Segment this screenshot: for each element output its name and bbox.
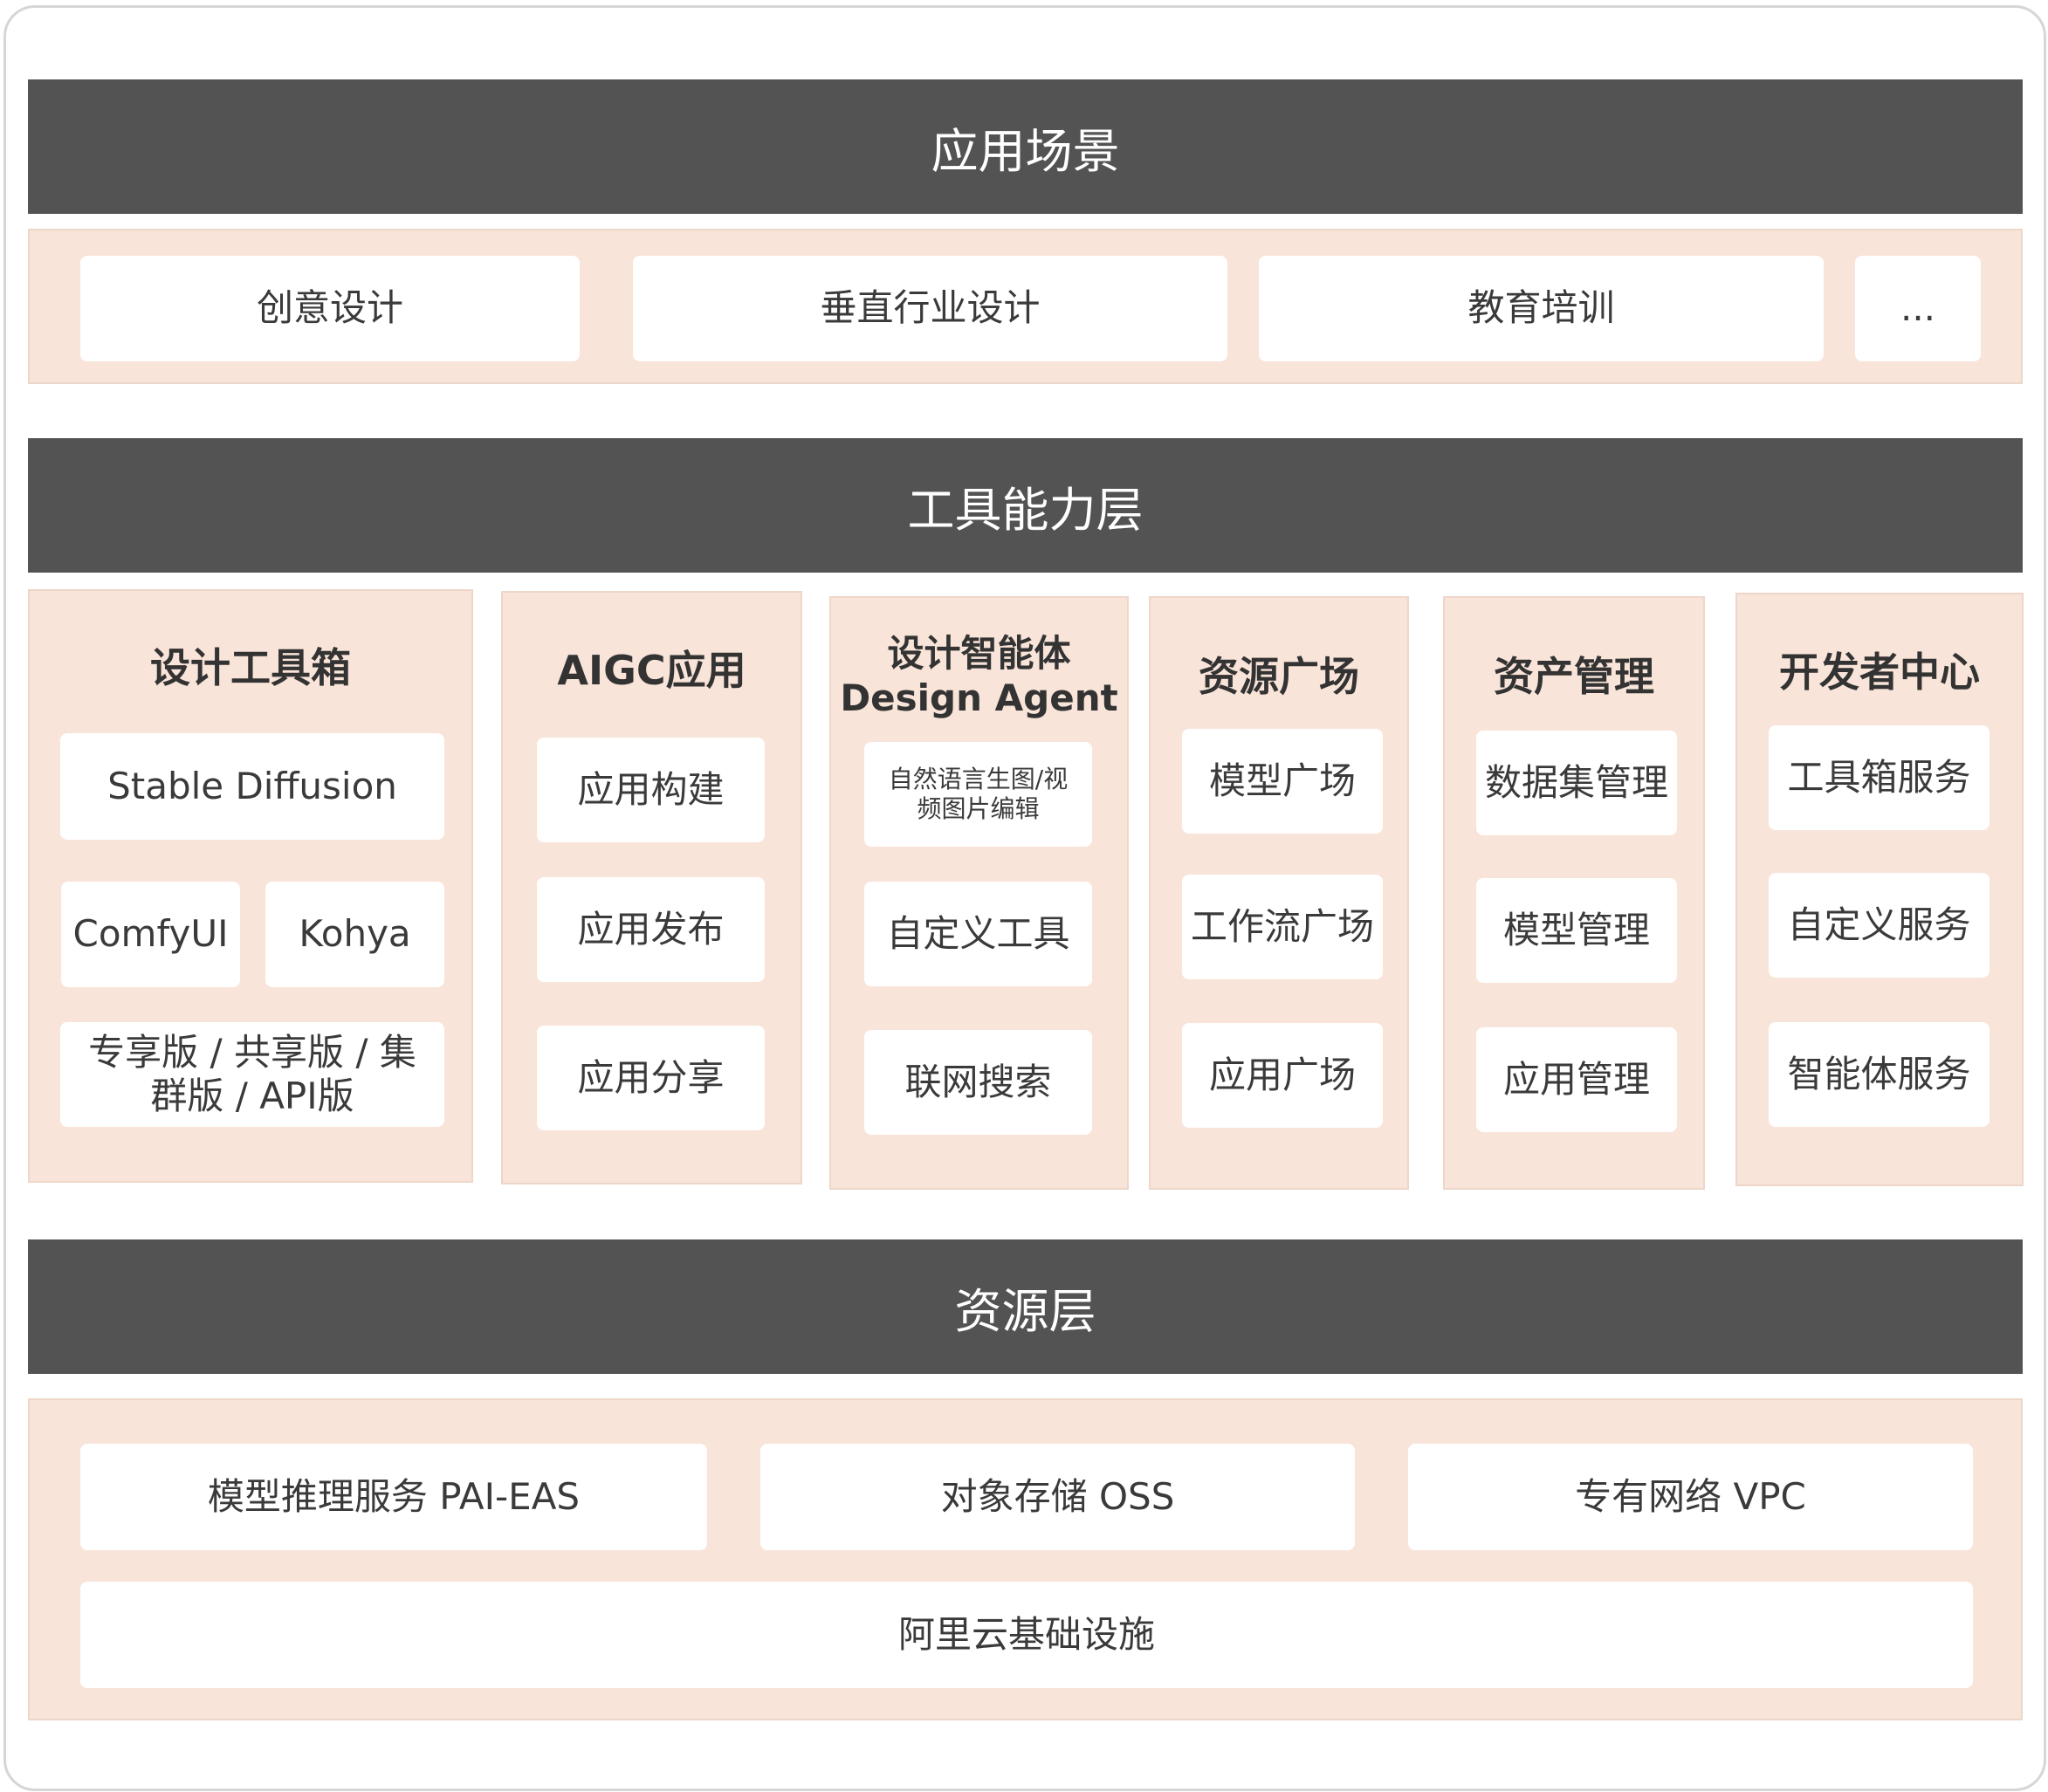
tool-box-kohya: Kohya bbox=[265, 882, 444, 987]
tool-box-custom-tools: 自定义工具 bbox=[864, 882, 1092, 986]
tool-box-stable-diffusion: Stable Diffusion bbox=[60, 733, 444, 840]
tool-column-title: 资源广场 bbox=[1199, 652, 1359, 700]
scenario-box-education-training: 教育培训 bbox=[1259, 256, 1824, 361]
resource-box-pai-eas: 模型推理服务 PAI-EAS bbox=[80, 1444, 707, 1550]
scenarios-header: 应用场景 bbox=[28, 79, 2023, 214]
tool-box-dataset-management: 数据集管理 bbox=[1476, 731, 1677, 835]
tool-box-custom-service: 自定义服务 bbox=[1769, 873, 1990, 978]
tool-box-agent-service: 智能体服务 bbox=[1769, 1022, 1990, 1127]
resource-box-alibaba-cloud-infrastructure: 阿里云基础设施 bbox=[80, 1582, 1973, 1688]
tool-column-title: 设计工具箱 bbox=[150, 643, 351, 691]
tool-box-workflow-plaza: 工作流广场 bbox=[1182, 875, 1383, 979]
resource-box-vpc: 专有网络 VPC bbox=[1408, 1444, 1973, 1550]
tools-header: 工具能力层 bbox=[28, 438, 2023, 573]
tool-box-app-publish: 应用发布 bbox=[537, 877, 765, 982]
scenario-box-vertical-industry-design: 垂直行业设计 bbox=[633, 256, 1227, 361]
tool-column-title-line2: Design Agent bbox=[840, 676, 1118, 719]
tool-box-editions: 专享版 / 共享版 / 集群版 / API版 bbox=[60, 1022, 444, 1127]
resources-header: 资源层 bbox=[28, 1239, 2023, 1374]
tool-box-app-build: 应用构建 bbox=[537, 738, 765, 842]
tool-box-natural-language-generation: 自然语言生图/视频图片编辑 bbox=[864, 742, 1092, 847]
tool-box-app-share: 应用分享 bbox=[537, 1026, 765, 1130]
tool-column-title-line1: 设计智能体 bbox=[887, 631, 1071, 675]
resource-box-oss: 对象存储 OSS bbox=[760, 1444, 1355, 1550]
tool-box-comfyui: ComfyUI bbox=[61, 882, 240, 987]
tool-box-app-plaza: 应用广场 bbox=[1182, 1023, 1383, 1128]
tool-box-toolbox-service: 工具箱服务 bbox=[1769, 725, 1990, 830]
tool-column-title: 资产管理 bbox=[1494, 652, 1654, 700]
scenario-box-more: ... bbox=[1855, 256, 1981, 361]
tool-box-web-search: 联网搜索 bbox=[864, 1030, 1092, 1135]
tool-column-title: 开发者中心 bbox=[1779, 648, 1980, 696]
tool-box-app-management: 应用管理 bbox=[1476, 1027, 1677, 1132]
tool-column-title: AIGC应用 bbox=[557, 646, 746, 694]
scenario-box-creative-design: 创意设计 bbox=[80, 256, 580, 361]
tool-box-model-plaza: 模型广场 bbox=[1182, 729, 1383, 834]
tool-box-model-management: 模型管理 bbox=[1476, 878, 1677, 983]
